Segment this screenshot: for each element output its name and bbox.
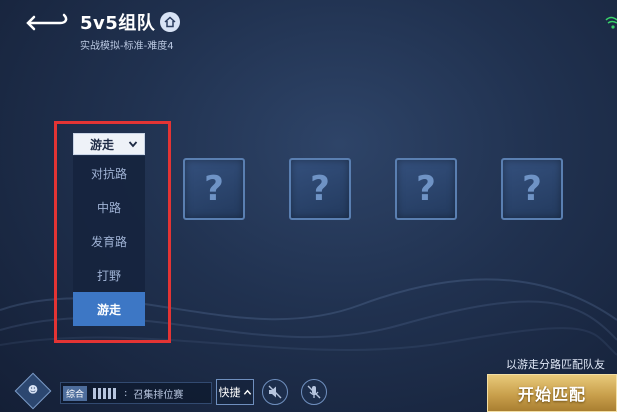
signal-bars-icon [93, 387, 118, 399]
unknown-player-icon: ? [416, 169, 436, 209]
player-slot-4[interactable]: ? [395, 158, 457, 220]
player-slot-3[interactable]: ? [289, 158, 351, 220]
lane-option-mid[interactable]: 中路 [73, 190, 145, 224]
page-title: 5v5组队 [80, 13, 156, 34]
home-icon[interactable] [160, 12, 180, 32]
player-slot-5[interactable]: ? [501, 158, 563, 220]
chat-separator: : [124, 387, 128, 399]
lane-option-jungle[interactable]: 打野 [73, 258, 145, 292]
unknown-player-icon: ? [522, 169, 542, 209]
unknown-player-icon: ? [310, 169, 330, 209]
player-slot-2[interactable]: ? [183, 158, 245, 220]
chevron-up-icon [243, 389, 251, 395]
start-match-button[interactable]: 开始匹配 [487, 374, 617, 412]
lane-dropdown-list: 对抗路 中路 发育路 打野 游走 [73, 156, 145, 326]
chevron-down-icon [128, 141, 138, 148]
mic-muted-icon [307, 385, 321, 399]
lane-dropdown-value: 游走 [90, 137, 115, 152]
chat-bar[interactable]: 综合 : 召集排位赛 [60, 382, 212, 404]
speaker-muted-icon [268, 385, 282, 399]
lane-dropdown[interactable]: 游走 [73, 133, 145, 155]
speaker-toggle-button[interactable] [262, 379, 288, 405]
lane-option-bottom[interactable]: 发育路 [73, 224, 145, 258]
back-arrow-icon[interactable] [26, 12, 70, 34]
wifi-icon [605, 16, 617, 29]
profile-button[interactable]: ☻ [14, 372, 52, 410]
quick-chat-button[interactable]: 快捷 [216, 379, 254, 405]
mic-toggle-button[interactable] [301, 379, 327, 405]
chat-channel-tag: 综合 [63, 385, 88, 401]
unknown-player-icon: ? [204, 169, 224, 209]
profile-icon: ☻ [27, 385, 39, 396]
lane-option-top[interactable]: 对抗路 [73, 156, 145, 190]
match-hint: 以游走分路匹配队友 [506, 358, 605, 371]
mode-subtitle: 实战模拟-标准-难度4 [80, 41, 174, 52]
chat-message: 召集排位赛 [133, 389, 184, 401]
quick-chat-label: 快捷 [218, 386, 241, 399]
lane-option-roam[interactable]: 游走 [73, 292, 145, 326]
